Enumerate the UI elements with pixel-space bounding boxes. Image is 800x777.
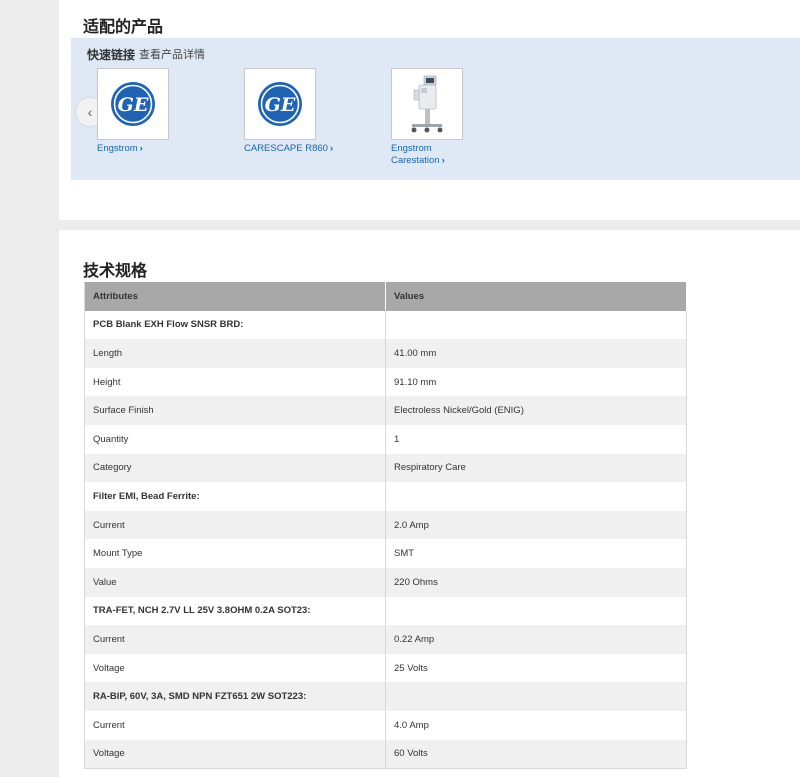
attribute-cell: Current [84, 710, 386, 740]
attribute-cell: Length [84, 339, 386, 368]
group-title: Filter EMI, Bead Ferrite: [84, 482, 386, 511]
table-group-row: TRA-FET, NCH 2.7V LL 25V 3.8OHM 0.2A SOT… [84, 596, 687, 626]
value-cell [385, 310, 687, 340]
value-cell: 91.10 mm [385, 367, 687, 397]
quick-links-label: 快速链接 [87, 48, 136, 62]
chevron-left-icon: ‹ [87, 104, 93, 120]
table-row: Height 91.10 mm [84, 367, 687, 397]
spec-table-body: PCB Blank EXH Flow SNSR BRD: Length 41.00 … [84, 310, 687, 770]
value-cell: 41.00 mm [385, 339, 687, 368]
value-cell [385, 682, 687, 711]
table-header-row: Attributes Values [84, 282, 687, 311]
value-cell: SMT [385, 539, 687, 568]
ge-logo-icon: GE [111, 82, 155, 126]
product-link[interactable]: Engstrom › [97, 143, 187, 155]
attribute-cell: Value [84, 567, 386, 597]
table-group-row: RA-BIP, 60V, 3A, SMD NPN FZT651 2W SOT22… [84, 682, 687, 711]
group-title: TRA-FET, NCH 2.7V LL 25V 3.8OHM 0.2A SOT… [84, 596, 386, 626]
product-name: CARESCAPE R860 [244, 143, 328, 154]
table-group-row: Filter EMI, Bead Ferrite: [84, 482, 687, 511]
group-title: PCB Blank EXH Flow SNSR BRD: [84, 310, 386, 340]
table-row: Length 41.00 mm [84, 339, 687, 368]
table-row: Voltage 25 Volts [84, 653, 687, 683]
value-cell: 220 Ohms [385, 567, 687, 597]
svg-text:GE: GE [118, 94, 149, 116]
quick-links-box: 快速链接 查看产品详情 ‹ GE Engstrom › GE CARESCAPE… [71, 38, 800, 180]
column-header-attributes: Attributes [84, 282, 386, 311]
group-title: RA-BIP, 60V, 3A, SMD NPN FZT651 2W SOT22… [84, 682, 386, 711]
spec-table: Attributes Values PCB Blank EXH Flow SNS… [84, 282, 687, 770]
product-link[interactable]: Engstrom Carestation › [391, 143, 481, 167]
attribute-cell: Voltage [84, 739, 386, 770]
table-row: Category Respiratory Care [84, 453, 687, 483]
product-name: Engstrom [391, 143, 432, 154]
table-row: Value 220 Ohms [84, 567, 687, 597]
value-cell: 0.22 Amp [385, 625, 687, 654]
table-group-row: PCB Blank EXH Flow SNSR BRD: [84, 310, 687, 340]
attribute-cell: Height [84, 367, 386, 397]
compatible-products-panel: 适配的产品 快速链接 查看产品详情 ‹ GE Engstrom › GE CAR… [59, 0, 800, 220]
product-thumb[interactable]: GE [97, 68, 169, 140]
attribute-cell: Category [84, 453, 386, 483]
compatible-products-title: 适配的产品 [83, 19, 164, 36]
attribute-cell: Mount Type [84, 539, 386, 568]
product-name-line2: Carestation [391, 155, 440, 166]
attribute-cell: Current [84, 625, 386, 654]
product-link[interactable]: CARESCAPE R860 › [244, 143, 334, 155]
value-cell: 1 [385, 424, 687, 454]
value-cell: 25 Volts [385, 653, 687, 683]
chevron-right-icon: › [329, 143, 334, 154]
value-cell [385, 482, 687, 511]
specifications-panel: 技术规格 Attributes Values PCB Blank EXH Flo… [59, 230, 800, 777]
table-row: Current 4.0 Amp [84, 710, 687, 740]
value-cell: 2.0 Amp [385, 510, 687, 540]
table-row: Current 2.0 Amp [84, 510, 687, 540]
product-thumb[interactable]: GE [244, 68, 316, 140]
value-cell: 4.0 Amp [385, 710, 687, 740]
svg-text:GE: GE [265, 94, 296, 116]
product-name: Engstrom [97, 143, 138, 154]
value-cell: Electroless Nickel/Gold (ENIG) [385, 396, 687, 425]
product-thumb[interactable] [391, 68, 463, 140]
chevron-right-icon: › [441, 155, 445, 166]
value-cell [385, 596, 687, 626]
product-card-engstrom[interactable]: GE Engstrom › [97, 68, 187, 155]
attribute-cell: Current [84, 510, 386, 540]
attribute-cell: Surface Finish [84, 396, 386, 425]
product-card-engstrom-carestation[interactable]: Engstrom Carestation › [391, 68, 481, 167]
table-row: Current 0.22 Amp [84, 625, 687, 654]
view-product-details-link[interactable]: 查看产品详情 [139, 46, 205, 62]
table-row: Surface Finish Electroless Nickel/Gold (E… [84, 396, 687, 425]
table-row: Mount Type SMT [84, 539, 687, 568]
column-header-values: Values [385, 282, 687, 311]
value-cell: Respiratory Care [385, 453, 687, 483]
table-row: Voltage 60 Volts [84, 739, 687, 770]
table-row: Quantity 1 [84, 424, 687, 454]
ventilator-icon [411, 75, 443, 133]
product-card-carescape[interactable]: GE CARESCAPE R860 › [244, 68, 334, 155]
specifications-title: 技术规格 [83, 263, 148, 280]
ge-logo-icon: GE [258, 82, 302, 126]
attribute-cell: Quantity [84, 424, 386, 454]
chevron-right-icon: › [139, 143, 143, 154]
value-cell: 60 Volts [385, 739, 687, 770]
attribute-cell: Voltage [84, 653, 386, 683]
